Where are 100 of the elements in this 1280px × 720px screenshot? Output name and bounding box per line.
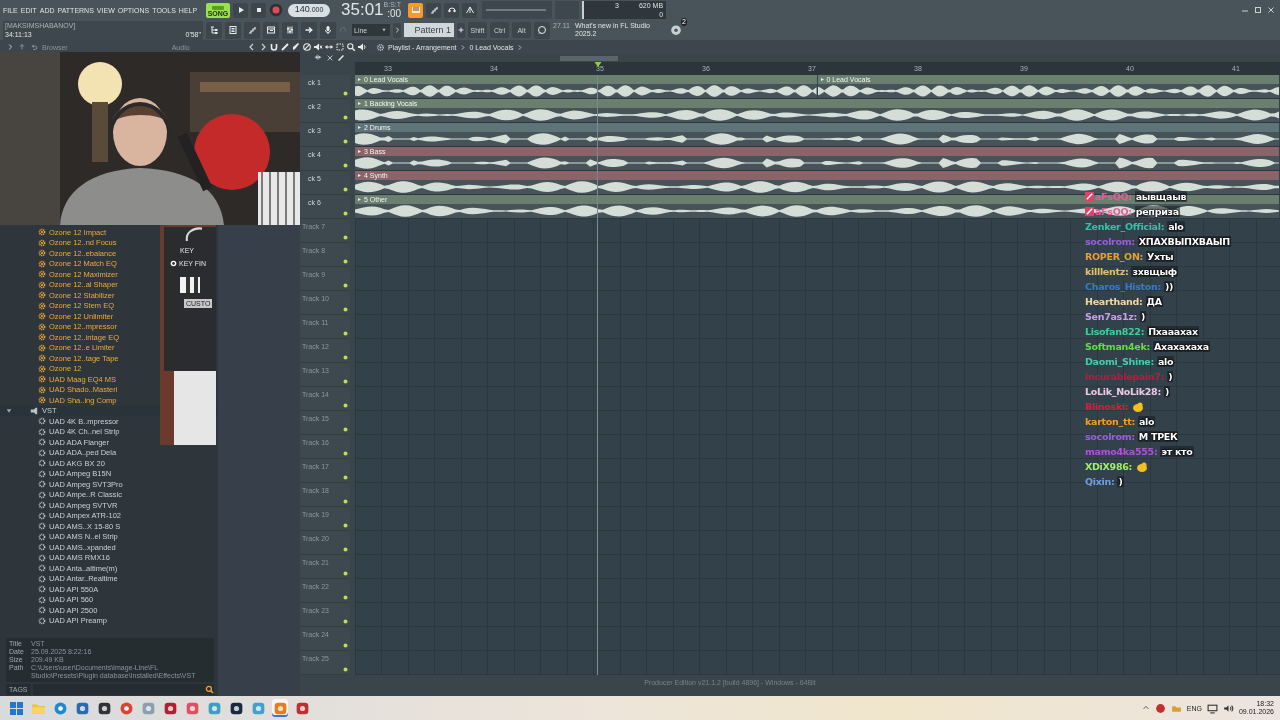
status-dot-icon[interactable] <box>343 331 348 336</box>
waveform-icon[interactable] <box>313 54 323 62</box>
microphone-button[interactable] <box>320 21 336 39</box>
chevron-right-icon <box>516 43 524 51</box>
status-dot-icon[interactable] <box>343 211 348 216</box>
chat-message: зхвщыф <box>1131 266 1178 277</box>
status-dot-icon[interactable] <box>343 115 348 120</box>
status-dot-icon[interactable] <box>343 283 348 288</box>
channel-list-icon <box>228 25 238 35</box>
chat-message: Ухты <box>1146 251 1175 262</box>
previous-pattern-button[interactable] <box>393 22 401 38</box>
chat-username[interactable]: XDiX986: <box>1085 461 1133 472</box>
chevron-right-icon <box>459 43 467 51</box>
emote-icon <box>1135 460 1150 473</box>
chat-username[interactable]: karton_tt: <box>1085 416 1135 427</box>
piano-roll-button[interactable] <box>263 21 279 39</box>
status-dot-icon[interactable] <box>343 667 348 672</box>
chat-username[interactable]: Zenker_Official: <box>1085 221 1165 232</box>
clip-menu-icon <box>819 77 825 82</box>
status-dot-icon[interactable] <box>343 403 348 408</box>
stop-button[interactable] <box>251 2 266 18</box>
status-dot-icon[interactable] <box>343 547 348 552</box>
select-icon[interactable] <box>335 42 345 52</box>
clip-menu-icon <box>357 197 362 202</box>
chat-username[interactable]: LoLik_NoLik28: <box>1085 386 1161 397</box>
arrow-button[interactable] <box>301 21 317 39</box>
expand-arrow-icon[interactable] <box>6 407 12 414</box>
typing-keyboard-icon <box>410 5 421 15</box>
level-line-icon <box>486 6 547 14</box>
steps-icon <box>428 5 439 15</box>
loop-button[interactable] <box>444 2 460 18</box>
status-dot-icon[interactable] <box>343 259 348 264</box>
maximize-icon[interactable] <box>1253 5 1263 15</box>
chat-username[interactable]: Lisofan822: <box>1085 326 1145 337</box>
time-ticks: :00 <box>387 9 402 19</box>
chat-username[interactable]: Qixin: <box>1085 476 1115 487</box>
status-dot-icon[interactable] <box>343 499 348 504</box>
chat-username[interactable]: Softman4ek: <box>1085 341 1150 352</box>
chat-username[interactable]: Hearthand: <box>1085 296 1143 307</box>
volume-icon[interactable] <box>1222 702 1234 714</box>
emote-icon <box>1131 400 1146 413</box>
status-dot-icon[interactable] <box>343 451 348 456</box>
undo-icon[interactable] <box>30 43 38 51</box>
typing-keyboard-button[interactable] <box>408 2 424 18</box>
chat-username[interactable]: ROPER_ON: <box>1085 251 1144 262</box>
previous-pattern-icon <box>393 25 401 35</box>
status-dot-icon[interactable] <box>343 91 348 96</box>
tempo-value: 140 <box>294 3 310 14</box>
slip-icon[interactable] <box>324 42 334 52</box>
add-pattern-button[interactable] <box>457 22 465 38</box>
chat-username[interactable]: Sen7as1z: <box>1085 311 1137 322</box>
song-time: 35:01 <box>341 1 384 19</box>
clip-menu-icon <box>357 101 362 106</box>
zoom-icon[interactable] <box>346 42 356 52</box>
metronome-button[interactable] <box>462 2 478 18</box>
chat-username[interactable]: killlentz: <box>1085 266 1129 277</box>
status-dot-icon[interactable] <box>343 163 348 168</box>
status-dot-icon[interactable] <box>343 595 348 600</box>
play-button[interactable] <box>233 2 248 18</box>
channel-list-button[interactable] <box>225 21 241 39</box>
status-dot-icon[interactable] <box>343 571 348 576</box>
status-dot-icon[interactable] <box>343 523 348 528</box>
status-dot-icon[interactable] <box>343 643 348 648</box>
close-icon[interactable] <box>326 54 334 62</box>
network-icon[interactable] <box>1206 702 1218 714</box>
pattern-selector[interactable]: Pattern 1 <box>404 23 454 37</box>
search-icon[interactable] <box>205 684 214 694</box>
browser-tree-icon <box>209 25 219 35</box>
delete-icon[interactable] <box>302 42 312 52</box>
gear-icon[interactable] <box>376 42 385 52</box>
record-button[interactable] <box>269 3 283 17</box>
browser-tree-button[interactable] <box>206 21 222 39</box>
metronome-icon <box>464 5 475 15</box>
step-sequencer-button[interactable] <box>244 21 260 39</box>
status-dot-icon[interactable] <box>343 187 348 192</box>
playback-icon[interactable] <box>357 42 367 52</box>
pencil-icon[interactable] <box>337 54 345 62</box>
mute-icon[interactable] <box>313 42 323 52</box>
status-dot-icon[interactable] <box>343 307 348 312</box>
tag-search-field[interactable] <box>32 683 214 695</box>
chat-message: эт кто <box>1160 446 1194 457</box>
status-dot-icon[interactable] <box>343 427 348 432</box>
radio-icon[interactable] <box>170 260 177 267</box>
clip-menu-icon <box>357 77 362 82</box>
draw-icon[interactable] <box>280 42 290 52</box>
scrollbar-thumb[interactable] <box>560 55 618 61</box>
status-dot-icon[interactable] <box>343 379 348 384</box>
magnet-icon[interactable] <box>269 42 279 52</box>
status-dot-icon[interactable] <box>343 235 348 240</box>
status-dot-icon[interactable] <box>343 355 348 360</box>
status-dot-icon[interactable] <box>343 139 348 144</box>
status-dot-icon[interactable] <box>343 475 348 480</box>
close-icon[interactable] <box>1266 5 1276 15</box>
chat-message: ) <box>1117 476 1124 487</box>
news-button[interactable] <box>534 21 550 39</box>
chat-username[interactable]: Daomi_Shine: <box>1085 356 1154 367</box>
piano-roll-icon <box>266 25 276 35</box>
mixer-button[interactable] <box>282 21 298 39</box>
status-dot-icon[interactable] <box>343 619 348 624</box>
step-edit-button[interactable] <box>426 2 442 18</box>
